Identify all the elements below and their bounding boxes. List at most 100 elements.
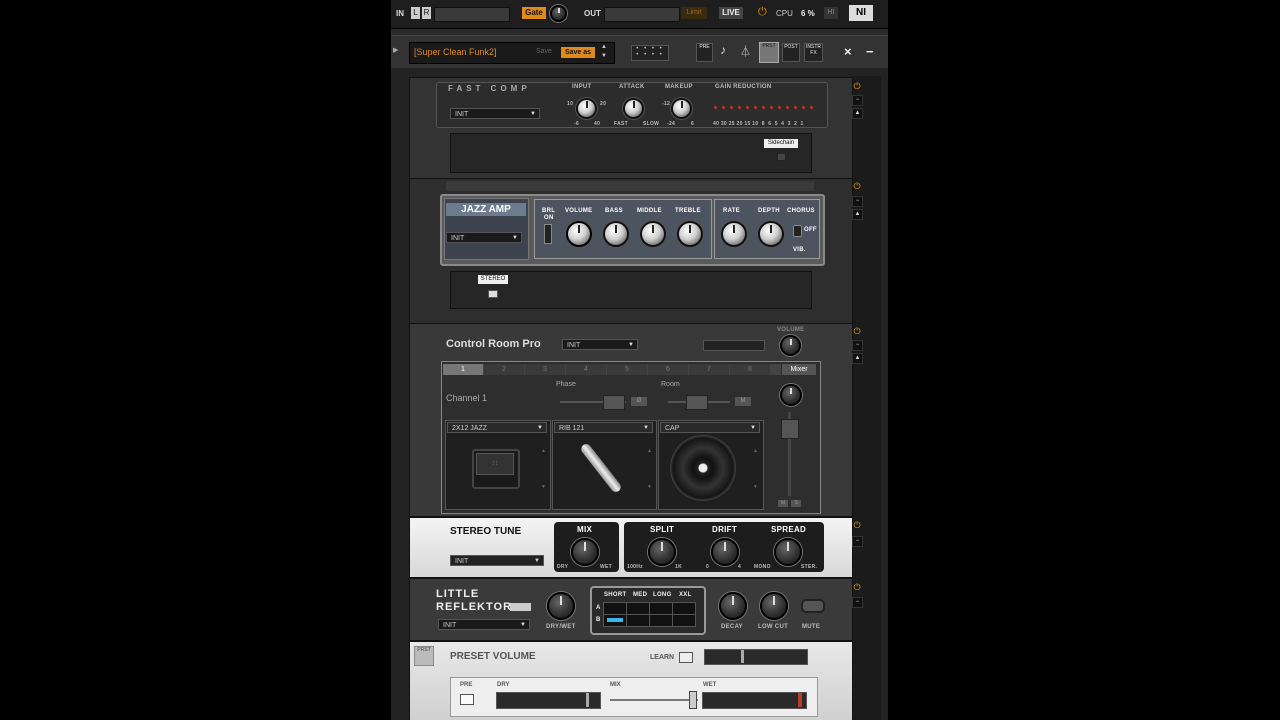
- mixer-solo-button[interactable]: S: [791, 500, 801, 507]
- stereo-tune-preset-select[interactable]: INIT ▼: [450, 555, 544, 566]
- makeup-knob[interactable]: [671, 98, 692, 119]
- instr-fx-button[interactable]: INSTR FX: [804, 43, 823, 62]
- stereo-tune-minimize-icon[interactable]: −: [852, 536, 863, 547]
- jazz-amp-minimize-icon[interactable]: −: [852, 196, 863, 207]
- left-channel-button[interactable]: L: [411, 7, 420, 19]
- tuner-icon[interactable]: ♪: [720, 43, 730, 60]
- mute-button[interactable]: [801, 599, 825, 613]
- tab-channel-6[interactable]: 6: [648, 364, 688, 375]
- middle-knob[interactable]: [640, 221, 666, 247]
- reflektor-b-short[interactable]: [603, 614, 627, 627]
- tab-channel-5[interactable]: 5: [607, 364, 647, 375]
- tab-channel-3[interactable]: 3: [525, 364, 565, 375]
- hi-button[interactable]: HI: [824, 7, 838, 19]
- power-icon[interactable]: ⏻: [758, 6, 767, 19]
- fast-comp-up-icon[interactable]: ▲: [852, 108, 863, 119]
- bright-switch[interactable]: [544, 224, 552, 244]
- reflektor-b-med[interactable]: [626, 614, 650, 627]
- fast-comp-power-icon[interactable]: ⏻: [852, 81, 862, 91]
- jazz-amp-up-icon[interactable]: ▲: [852, 209, 863, 220]
- mixer-mute-button[interactable]: M: [778, 500, 788, 507]
- rate-knob[interactable]: [721, 221, 747, 247]
- sidebar-toggle-icon[interactable]: ▶: [393, 46, 398, 54]
- preset-volume-slider-handle[interactable]: [741, 650, 744, 663]
- metronome-icon[interactable]: ⏃: [740, 43, 752, 60]
- attack-knob[interactable]: [623, 98, 644, 119]
- reflektor-b-long[interactable]: [649, 614, 673, 627]
- fast-comp-minimize-icon[interactable]: −: [852, 95, 863, 106]
- tab-mixer[interactable]: Mixer: [782, 364, 816, 375]
- gate-button[interactable]: Gate: [522, 7, 546, 19]
- reflektor-power-icon[interactable]: ⏻: [852, 582, 862, 592]
- treble-knob[interactable]: [677, 221, 703, 247]
- tab-channel-1[interactable]: 1: [443, 364, 483, 375]
- save-button[interactable]: Save: [536, 48, 552, 55]
- cabinet-select[interactable]: 2X12 JAZZ ▼: [447, 422, 547, 433]
- wet-slider[interactable]: [702, 692, 807, 709]
- room-mono-button[interactable]: M: [735, 397, 751, 406]
- bass-knob[interactable]: [603, 221, 629, 247]
- post-fx-button[interactable]: POST: [782, 43, 800, 62]
- depth-knob[interactable]: [758, 221, 784, 247]
- pre-fx-button[interactable]: PRE: [696, 43, 713, 62]
- pre-toggle[interactable]: [460, 694, 474, 705]
- cabinet-scroll-up-icon[interactable]: ▲: [541, 448, 546, 454]
- microphone-select[interactable]: RIB 121 ▼: [554, 422, 653, 433]
- preset-name-field[interactable]: [Super Clean Funk2] Save Save as ▲ ▼: [409, 42, 615, 64]
- close-button[interactable]: ×: [844, 44, 852, 59]
- tab-channel-2[interactable]: 2: [484, 364, 524, 375]
- jazz-amp-power-icon[interactable]: ⏻: [852, 181, 862, 191]
- control-room-preset-select[interactable]: INIT ▼: [562, 339, 638, 350]
- control-room-power-icon[interactable]: ⏻: [852, 326, 862, 336]
- mix-slider[interactable]: [610, 699, 698, 701]
- mixer-pan-knob[interactable]: [780, 384, 802, 406]
- reflektor-minimize-icon[interactable]: −: [852, 597, 863, 608]
- split-knob[interactable]: [648, 538, 676, 566]
- control-room-minimize-icon[interactable]: −: [852, 340, 863, 351]
- reflektor-b-xxl[interactable]: [672, 614, 696, 627]
- microphone-scroll-up-icon[interactable]: ▲: [647, 448, 652, 454]
- gate-knob[interactable]: [550, 5, 567, 22]
- control-room-volume-knob[interactable]: [780, 335, 801, 356]
- mix-knob[interactable]: [571, 538, 599, 566]
- right-channel-button[interactable]: R: [422, 7, 431, 19]
- mix-slider-handle[interactable]: [689, 691, 697, 709]
- save-as-button[interactable]: Save as: [561, 47, 595, 58]
- jazz-amp-preset-select[interactable]: INIT ▼: [446, 232, 522, 243]
- stereo-toggle[interactable]: [488, 290, 498, 298]
- low-cut-knob[interactable]: [760, 592, 788, 620]
- decay-knob[interactable]: [719, 592, 747, 620]
- control-room-up-icon[interactable]: ▲: [852, 353, 863, 364]
- mic-position-select[interactable]: CAP ▼: [660, 422, 760, 433]
- sidechain-toggle[interactable]: [777, 153, 786, 161]
- phase-invert-button[interactable]: Ø: [631, 397, 647, 406]
- live-button[interactable]: LIVE: [719, 7, 743, 19]
- minimize-button[interactable]: −: [866, 44, 874, 59]
- spread-knob[interactable]: [774, 538, 802, 566]
- cabinet-scroll-down-icon[interactable]: ▼: [541, 484, 546, 490]
- phase-slider-handle[interactable]: [603, 395, 625, 410]
- learn-toggle[interactable]: [679, 652, 693, 663]
- mic-position-scroll-up-icon[interactable]: ▲: [753, 448, 758, 454]
- mixer-fader-handle[interactable]: [781, 419, 799, 439]
- dry-wet-knob[interactable]: [547, 592, 575, 620]
- fast-comp-preset-select[interactable]: INIT ▼: [450, 108, 540, 119]
- microphone-scroll-down-icon[interactable]: ▼: [647, 484, 652, 490]
- reflektor-preset-select[interactable]: INIT ▼: [438, 619, 530, 630]
- preset-volume-slider[interactable]: [704, 649, 808, 665]
- stereo-tune-power-icon[interactable]: ⏻: [852, 520, 862, 530]
- drift-knob[interactable]: [711, 538, 739, 566]
- input-knob[interactable]: [576, 98, 597, 119]
- limit-button[interactable]: Limit: [681, 7, 707, 19]
- room-slider-handle[interactable]: [686, 395, 708, 410]
- grid-view-icon[interactable]: • • • • • • • •: [631, 45, 669, 61]
- wet-slider-handle[interactable]: [798, 693, 802, 707]
- volume-knob[interactable]: [566, 221, 592, 247]
- mic-position-scroll-down-icon[interactable]: ▼: [753, 484, 758, 490]
- preset-volume-button[interactable]: PRST: [759, 42, 779, 63]
- tab-channel-8[interactable]: 8: [730, 364, 770, 375]
- tab-channel-7[interactable]: 7: [689, 364, 729, 375]
- chorus-switch[interactable]: [793, 225, 802, 237]
- dry-slider-handle[interactable]: [586, 693, 589, 707]
- preset-down-icon[interactable]: ▼: [601, 53, 607, 59]
